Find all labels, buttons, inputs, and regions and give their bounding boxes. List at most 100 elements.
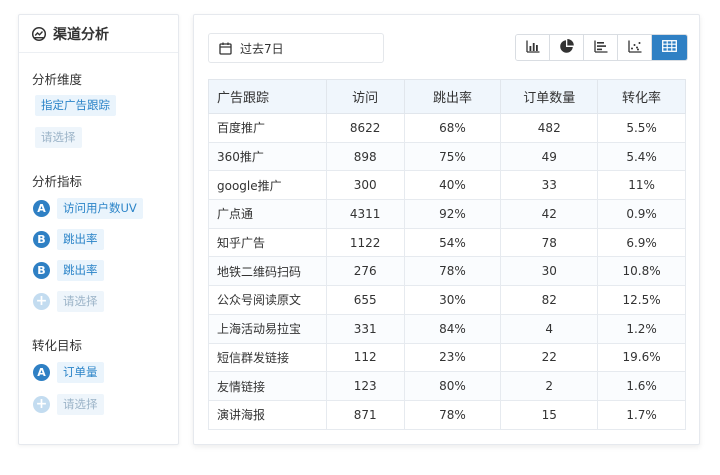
table-cell: 12.5% [597, 285, 686, 315]
table-cell: 4311 [325, 199, 405, 229]
table-cell: 68% [403, 113, 502, 143]
column-header-ad-tracking[interactable]: 广告跟踪 [208, 79, 327, 114]
table-cell: 331 [325, 313, 405, 344]
table-cell: 5.5% [597, 113, 686, 143]
bar-chart-icon [525, 40, 540, 56]
table-cell: 上海活动易拉宝 [208, 313, 327, 344]
table-cell: 15 [500, 399, 599, 430]
table-cell: 百度推广 [208, 113, 327, 143]
scatter-chart-icon [627, 40, 642, 56]
table-cell: 知乎广告 [208, 227, 327, 258]
table-cell: 5.4% [597, 141, 686, 172]
add-metric-icon[interactable]: + [33, 293, 50, 310]
table-row: 短信群发链接 112 23% 22 19.6% [208, 342, 686, 373]
table-cell: 84% [403, 313, 502, 344]
channel-data-table: 广告跟踪 访问 跳出率 订单数量 转化率 百度推广 8622 68% 482 5.5% 3… [208, 79, 686, 430]
table-row: 演讲海报 871 78% 15 1.7% [208, 399, 686, 430]
table-cell: 123 [325, 371, 405, 401]
table-cell: 40% [403, 170, 502, 201]
target-chip-orders[interactable]: 订单量 [57, 362, 104, 383]
table-cell: 1.7% [597, 399, 686, 430]
pie-chart-icon [559, 38, 574, 57]
table-cell: 22 [500, 342, 599, 373]
table-cell: 276 [325, 256, 405, 287]
table-cell: 655 [325, 285, 405, 315]
table-cell: 30 [500, 256, 599, 287]
metric-chip-bounce-rate-2[interactable]: 跳出率 [57, 260, 104, 281]
table-cell: 1.6% [597, 371, 686, 401]
table-cell: 300 [325, 170, 405, 201]
dimension-section-title: 分析维度 [32, 72, 83, 87]
table-cell: 地铁二维码扫码 [208, 256, 327, 287]
table-cell: 4 [500, 313, 599, 344]
column-header-conversion-rate[interactable]: 转化率 [597, 79, 686, 114]
table-cell: 0.9% [597, 199, 686, 229]
table-cell: 82 [500, 285, 599, 315]
table-cell: 898 [325, 141, 405, 172]
table-cell: 公众号阅读原文 [208, 285, 327, 315]
table-cell: 871 [325, 399, 405, 430]
calendar-icon [219, 42, 232, 55]
table-cell: 19.6% [597, 342, 686, 373]
table-row: 360推广 898 75% 49 5.4% [208, 141, 686, 172]
metric-chip-bounce-rate[interactable]: 跳出率 [57, 229, 104, 250]
table-cell: 78% [403, 256, 502, 287]
table-row: 友情链接 123 80% 2 1.6% [208, 371, 686, 401]
table-cell: 92% [403, 199, 502, 229]
table-cell: 78% [403, 399, 502, 430]
date-range-picker[interactable]: 过去7日 [208, 33, 384, 63]
table-row: 公众号阅读原文 655 30% 82 12.5% [208, 285, 686, 315]
bar-chart-button[interactable] [516, 35, 550, 60]
table-cell: 演讲海报 [208, 399, 327, 430]
channel-analysis-panel: 渠道分析 分析维度 指定广告跟踪 请选择 分析指标 A 访问用户数UV B 跳出… [18, 14, 179, 445]
dimension-selected-chip[interactable]: 指定广告跟踪 [35, 95, 116, 116]
add-target-icon[interactable]: + [33, 396, 50, 413]
table-cell: 42 [500, 199, 599, 229]
column-header-bounce-rate[interactable]: 跳出率 [403, 79, 502, 114]
table-row: 百度推广 8622 68% 482 5.5% [208, 113, 686, 143]
table-cell: 6.9% [597, 227, 686, 258]
table-header-row: 广告跟踪 访问 跳出率 订单数量 转化率 [208, 79, 686, 114]
target-select-placeholder[interactable]: 请选择 [57, 394, 104, 415]
table-row: google推广 300 40% 33 11% [208, 170, 686, 201]
table-cell: 2 [500, 371, 599, 401]
table-cell: 54% [403, 227, 502, 258]
panel-title: 渠道分析 [53, 26, 109, 43]
table-cell: 75% [403, 141, 502, 172]
date-range-label: 过去7日 [240, 41, 284, 56]
metric-badge-b-2: B [33, 262, 50, 279]
target-badge-a: A [33, 364, 50, 381]
table-cell: 360推广 [208, 141, 327, 172]
table-cell: 广点通 [208, 199, 327, 229]
table-cell: 短信群发链接 [208, 342, 327, 373]
table-view-button[interactable] [652, 35, 687, 60]
dimension-select-placeholder[interactable]: 请选择 [35, 127, 82, 148]
horizontal-bar-icon [593, 40, 608, 56]
metric-chip-uv[interactable]: 访问用户数UV [57, 198, 143, 219]
table-cell: 112 [325, 342, 405, 373]
table-row: 知乎广告 1122 54% 78 6.9% [208, 227, 686, 258]
channel-analysis-icon [31, 26, 47, 42]
table-cell: 10.8% [597, 256, 686, 287]
metric-badge-b: B [33, 231, 50, 248]
table-cell: 33 [500, 170, 599, 201]
metric-badge-a: A [33, 200, 50, 217]
metric-select-placeholder[interactable]: 请选择 [57, 291, 104, 312]
table-row: 上海活动易拉宝 331 84% 4 1.2% [208, 313, 686, 344]
column-header-orders[interactable]: 订单数量 [500, 79, 599, 114]
table-cell: 80% [403, 371, 502, 401]
table-cell: google推广 [208, 170, 327, 201]
target-section-title: 转化目标 [32, 338, 83, 353]
chart-type-switcher [515, 34, 688, 61]
horizontal-bar-button[interactable] [584, 35, 618, 60]
table-cell: 78 [500, 227, 599, 258]
table-cell: 49 [500, 141, 599, 172]
table-cell: 8622 [325, 113, 405, 143]
scatter-chart-button[interactable] [618, 35, 652, 60]
table-row: 广点通 4311 92% 42 0.9% [208, 199, 686, 229]
table-cell: 1.2% [597, 313, 686, 344]
metrics-section-title: 分析指标 [32, 174, 83, 189]
column-header-visits[interactable]: 访问 [325, 79, 405, 114]
pie-chart-button[interactable] [550, 35, 584, 60]
table-cell: 482 [500, 113, 599, 143]
